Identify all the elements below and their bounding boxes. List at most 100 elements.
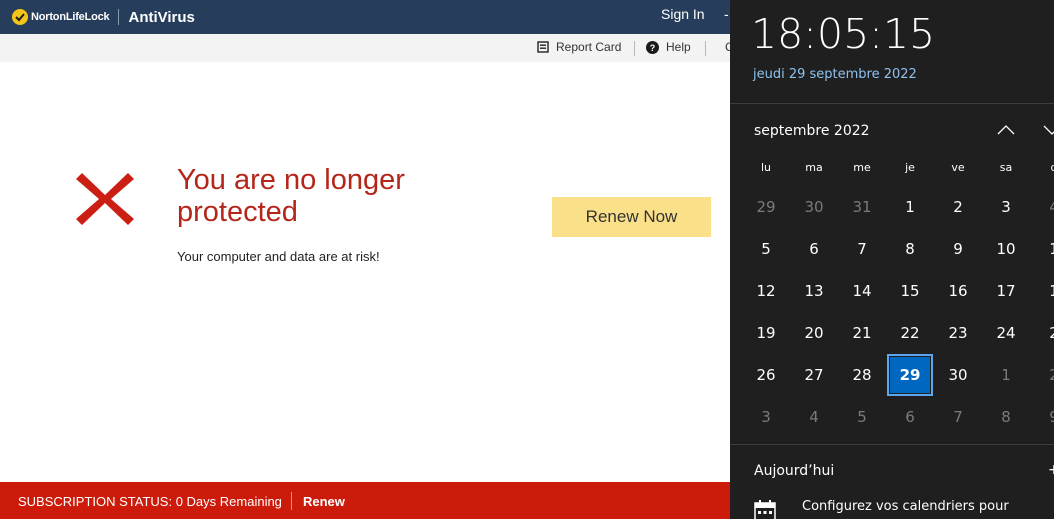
calendar-day[interactable]: 28	[838, 354, 886, 396]
calendar-day[interactable]: 2	[934, 186, 982, 228]
calendar-day-number: 21	[852, 324, 872, 342]
red-x-icon	[76, 173, 134, 225]
calendar-day[interactable]: 4	[1030, 186, 1054, 228]
app-toolbar: Report Card ? Help C	[0, 34, 730, 62]
calendar-day-number: 4	[1049, 198, 1054, 216]
calendar-day[interactable]: 1	[1030, 270, 1054, 312]
calendar-icon	[754, 500, 776, 519]
calendar-day[interactable]: 8	[886, 228, 934, 270]
calendar-day[interactable]: 2	[1030, 354, 1054, 396]
calendar-day[interactable]: 17	[982, 270, 1030, 312]
month-year-label[interactable]: septembre 2022	[754, 123, 870, 139]
calendar-day[interactable]: 24	[982, 312, 1030, 354]
calendar-day[interactable]: 13	[790, 270, 838, 312]
next-month-chevron-down-icon[interactable]	[1042, 121, 1054, 139]
help-icon: ?	[646, 40, 659, 54]
toolbar-divider	[705, 41, 706, 56]
calendar-day[interactable]: 1	[1030, 228, 1054, 270]
flyout-divider	[730, 103, 1054, 104]
calendar-day[interactable]: 9	[934, 228, 982, 270]
norton-logo: NortonLifeLock AntiVirus	[12, 8, 195, 26]
calendar-day-number: 6	[809, 240, 819, 258]
previous-month-chevron-up-icon[interactable]	[996, 121, 1016, 139]
calendar-day-number: 29	[756, 198, 776, 216]
clock-calendar-flyout: 18:05:15 jeudi 29 septembre 2022 septemb…	[730, 0, 1054, 519]
current-date-link[interactable]: jeudi 29 septembre 2022	[753, 67, 917, 82]
calendar-day[interactable]: 12	[742, 270, 790, 312]
calendar-day-number: 5	[857, 408, 867, 426]
weekday-label: lu	[760, 161, 772, 174]
calendar-day[interactable]: 30	[790, 186, 838, 228]
calendar-day-number: 8	[905, 240, 915, 258]
calendar-day[interactable]: 2	[1030, 312, 1054, 354]
add-event-button[interactable]: +	[1048, 462, 1054, 478]
calendar-day[interactable]: 21	[838, 312, 886, 354]
calendar-day[interactable]: 1	[982, 354, 1030, 396]
calendar-day-number: 16	[948, 282, 968, 300]
calendar-day[interactable]: 15	[886, 270, 934, 312]
calendar-day-number: 31	[852, 198, 872, 216]
calendar-day[interactable]: 4	[790, 396, 838, 438]
calendar-day-number: 1	[1049, 282, 1054, 300]
calendar-day[interactable]: 7	[934, 396, 982, 438]
calendar-day[interactable]: 26	[742, 354, 790, 396]
calendar-day[interactable]: 14	[838, 270, 886, 312]
calendar-day[interactable]: 19	[742, 312, 790, 354]
report-card-button[interactable]: Report Card	[537, 40, 621, 54]
calendar-day-number: 8	[1001, 408, 1011, 426]
calendar-day-number: 30	[804, 198, 824, 216]
app-header: NortonLifeLock AntiVirus Sign In -	[0, 0, 730, 34]
calendar-setup-message[interactable]: Configurez vos calendriers pour	[802, 499, 1009, 514]
help-label: Help	[666, 40, 691, 54]
svg-text:?: ?	[650, 43, 656, 53]
calendar-day[interactable]: 20	[790, 312, 838, 354]
calendar-day-number: 2	[1049, 324, 1054, 342]
risk-message: Your computer and data are at risk!	[177, 249, 380, 264]
calendar-day-today[interactable]: 29	[886, 354, 934, 396]
calendar-day[interactable]: 5	[742, 228, 790, 270]
calendar-day-number: 12	[756, 282, 776, 300]
calendar-day[interactable]: 22	[886, 312, 934, 354]
calendar-day[interactable]: 23	[934, 312, 982, 354]
calendar-day[interactable]: 27	[790, 354, 838, 396]
calendar-day[interactable]: 31	[838, 186, 886, 228]
calendar-day[interactable]: 10	[982, 228, 1030, 270]
calendar-day-number: 24	[996, 324, 1016, 342]
calendar-day[interactable]: 6	[790, 228, 838, 270]
renew-link[interactable]: Renew	[303, 494, 345, 509]
calendar-day[interactable]: 1	[886, 186, 934, 228]
calendar-day-number: 6	[905, 408, 915, 426]
product-name: AntiVirus	[128, 8, 195, 26]
calendar-day-number: 13	[804, 282, 824, 300]
calendar-day-number: 10	[996, 240, 1016, 258]
calendar-day[interactable]: 5	[838, 396, 886, 438]
calendar-day[interactable]: 30	[934, 354, 982, 396]
logo-divider	[118, 9, 120, 25]
sign-in-link[interactable]: Sign In	[661, 6, 705, 22]
renew-now-button[interactable]: Renew Now	[552, 197, 711, 237]
calendar-day[interactable]: 16	[934, 270, 982, 312]
calendar-day[interactable]: 3	[982, 186, 1030, 228]
calendar-day[interactable]: 9	[1030, 396, 1054, 438]
weekday-label: ve	[951, 161, 965, 174]
brand-name: NortonLifeLock	[31, 11, 110, 23]
calendar-day-number: 1	[1049, 240, 1054, 258]
current-time: 18:05:15	[751, 10, 936, 58]
calendar-day[interactable]: 6	[886, 396, 934, 438]
flyout-divider	[730, 444, 1054, 445]
calendar-day-number: 26	[756, 366, 776, 384]
header-menu-button[interactable]: -	[724, 6, 729, 22]
calendar-day[interactable]: 3	[742, 396, 790, 438]
calendar-day[interactable]: 8	[982, 396, 1030, 438]
calendar-day-number: 7	[857, 240, 867, 258]
calendar-day-number: 14	[852, 282, 872, 300]
weekday-label: ma	[805, 161, 823, 174]
norton-antivirus-window: NortonLifeLock AntiVirus Sign In - Repor…	[0, 0, 730, 519]
calendar-day-number: 17	[996, 282, 1016, 300]
calendar-day[interactable]: 29	[742, 186, 790, 228]
calendar-day-number: 28	[852, 366, 872, 384]
weekday-label: d	[1050, 161, 1054, 174]
calendar-day[interactable]: 7	[838, 228, 886, 270]
calendar-day-number: 4	[809, 408, 819, 426]
help-button[interactable]: ? Help	[646, 40, 691, 54]
